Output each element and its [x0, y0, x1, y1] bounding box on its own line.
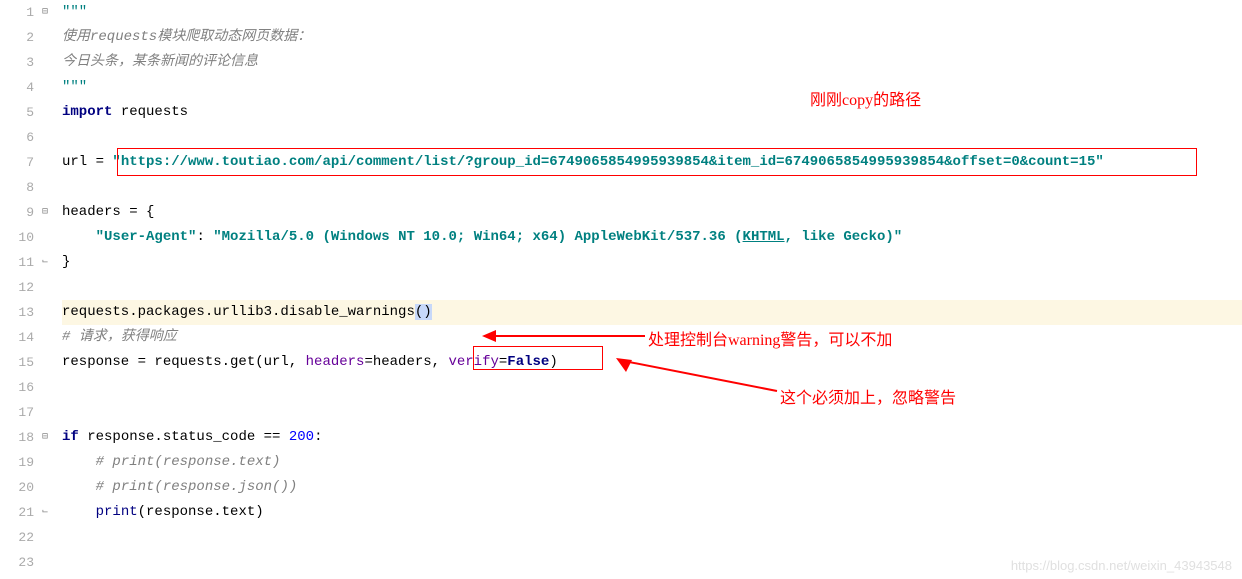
line-number[interactable]: 12: [0, 275, 34, 300]
code-string: , like Gecko)": [785, 229, 903, 245]
fold-icon[interactable]: ⊟: [42, 200, 48, 225]
fold-end-icon: ⌙: [42, 250, 48, 275]
code-text: """: [62, 79, 87, 95]
line-number[interactable]: 3: [0, 50, 34, 75]
code-text: :: [196, 229, 213, 245]
line-number[interactable]: 15: [0, 350, 34, 375]
code-comment: # 请求，获得响应: [62, 329, 177, 345]
code-text: requests.packages.urllib3.disable_warnin…: [62, 304, 415, 320]
line-number[interactable]: 17: [0, 400, 34, 425]
fold-end-icon: ⌙: [42, 500, 48, 525]
line-number[interactable]: 1: [0, 0, 34, 25]
code-text: ): [549, 354, 557, 370]
code-text: (response.text): [138, 504, 264, 520]
code-string: KHTML: [743, 229, 785, 245]
watermark-text: https://blog.csdn.net/weixin_43943548: [1011, 558, 1232, 573]
line-number[interactable]: 6: [0, 125, 34, 150]
code-param: verify: [448, 354, 498, 370]
fold-icon[interactable]: ⊟: [42, 425, 48, 450]
code-text: """: [62, 4, 87, 20]
code-keyword: import: [62, 104, 112, 120]
code-text: 使用requests模块爬取动态网页数据：: [62, 25, 1242, 50]
fold-column: ⊟ ⊟ ⌙ ⊟ ⌙: [42, 0, 56, 579]
line-number[interactable]: 18: [0, 425, 34, 450]
code-string: "User-Agent": [96, 229, 197, 245]
fold-icon[interactable]: ⊟: [42, 0, 48, 25]
line-number[interactable]: 2: [0, 25, 34, 50]
line-number[interactable]: 5: [0, 100, 34, 125]
code-text: response.status_code ==: [79, 429, 289, 445]
code-keyword: False: [507, 354, 549, 370]
line-number[interactable]: 16: [0, 375, 34, 400]
line-number[interactable]: 20: [0, 475, 34, 500]
code-text: 今日头条，某条新闻的评论信息: [62, 50, 1242, 75]
line-number[interactable]: 19: [0, 450, 34, 475]
code-text: headers = {: [62, 200, 1242, 225]
line-number[interactable]: 7: [0, 150, 34, 175]
line-number[interactable]: 14: [0, 325, 34, 350]
code-param: headers: [306, 354, 365, 370]
line-number[interactable]: 9: [0, 200, 34, 225]
code-string-url: "https://www.toutiao.com/api/comment/lis…: [112, 154, 1103, 170]
code-keyword: if: [62, 429, 79, 445]
code-text: =headers,: [364, 354, 448, 370]
code-number: 200: [289, 429, 314, 445]
line-number-gutter: 1 2 3 4 5 6 7 8 9 10 11 12 13 14 15 16 1…: [0, 0, 42, 579]
line-number[interactable]: 4: [0, 75, 34, 100]
code-comment: # print(response.text): [96, 454, 281, 470]
code-builtin: print: [96, 504, 138, 520]
line-number[interactable]: 22: [0, 525, 34, 550]
caret-selection: (): [415, 304, 432, 320]
code-comment: # print(response.json()): [96, 479, 298, 495]
code-text: response = requests.get(url,: [62, 354, 306, 370]
code-text: }: [62, 250, 1242, 275]
code-text: requests: [112, 104, 188, 120]
code-text: url =: [62, 154, 112, 170]
code-editor: 1 2 3 4 5 6 7 8 9 10 11 12 13 14 15 16 1…: [0, 0, 1242, 579]
line-number[interactable]: 23: [0, 550, 34, 575]
line-number[interactable]: 10: [0, 225, 34, 250]
line-number[interactable]: 8: [0, 175, 34, 200]
line-number[interactable]: 21: [0, 500, 34, 525]
code-text: :: [314, 429, 322, 445]
line-number[interactable]: 13: [0, 300, 34, 325]
code-area[interactable]: """ 使用requests模块爬取动态网页数据： 今日头条，某条新闻的评论信息…: [56, 0, 1242, 579]
line-number[interactable]: 11: [0, 250, 34, 275]
code-string: "Mozilla/5.0 (Windows NT 10.0; Win64; x6…: [213, 229, 742, 245]
